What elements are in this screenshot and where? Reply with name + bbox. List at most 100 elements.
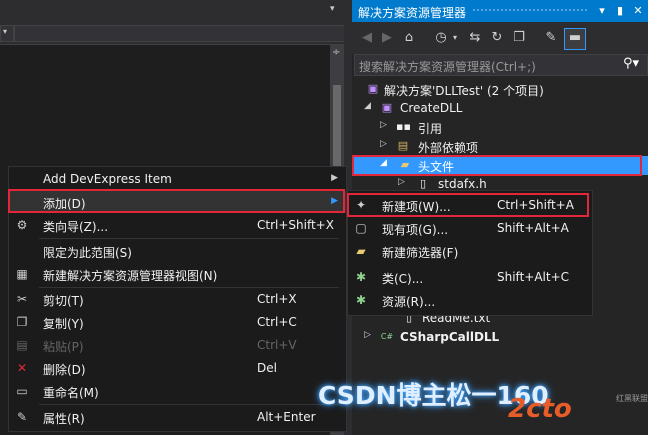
new-item-highlight-box [347,193,589,217]
menu-separator [39,238,339,239]
menu-item-shortcut: Ctrl+V [257,338,297,352]
collapse-all-icon[interactable]: ❐ [510,29,528,47]
split-editor-icon[interactable]: ÷ [332,47,340,58]
menu-item-label: 属性(R) [43,412,85,426]
menu-item-label: 剪切(T) [43,294,84,308]
watermark-logo: 2cto [508,394,572,424]
back-icon[interactable]: ◀ [358,29,376,47]
header-file-icon: ▯ [419,177,427,190]
expanded-arrow-icon[interactable]: ◢ [364,101,374,111]
csharp-project-icon: C# [380,332,394,341]
delete-x-icon: ✕ [16,361,28,375]
scissors-icon: ✂ [16,292,28,306]
menu-item-label: 新建筛选器(F) [382,246,459,260]
menu-item-label: 类(C)... [382,272,424,286]
menu-item-class[interactable]: ✱ 类(C)... Shift+Alt+C [348,266,592,288]
forward-icon[interactable]: ▶ [378,29,396,47]
chevron-down-icon: ▾ [3,27,8,36]
watermark-small-text: 红黑联盟 [616,394,648,403]
menu-item-shortcut: Shift+Alt+A [497,221,569,235]
paste-icon: ▤ [16,338,28,352]
existing-item-icon: ▢ [355,221,367,235]
tree-item-label: CSharpCallDLL [400,330,500,344]
submenu-arrow-icon: ▶ [331,173,338,183]
tree-item-csharpcalldll[interactable]: ▷ C# CSharpCallDLL [352,328,648,347]
tree-item-label: 引用 [418,122,443,136]
add-menu-highlight-box [8,189,345,213]
rename-icon: ▭ [16,384,28,398]
menu-item-label: 重命名(M) [43,386,99,400]
home-icon[interactable]: ⌂ [400,29,418,47]
pin-icon[interactable]: ▮ [612,3,628,19]
tree-item-label: 解决方案'DLLTest' (2 个项目) [384,84,544,98]
tree-item-solution[interactable]: ▣ 解决方案'DLLTest' (2 个项目) [352,80,648,99]
menu-item-add-devexpress[interactable]: Add DevExpress Item ▶ [9,168,346,190]
menu-separator [39,404,339,405]
menu-item-scope-to-this[interactable]: 限定为此范围(S) [9,240,346,262]
menu-item-properties[interactable]: ✎ 属性(R) Alt+Enter [9,406,346,428]
panel-title: 解决方案资源管理器 [358,6,467,20]
menu-item-label: 现有项(G)... [382,223,449,237]
menu-item-label: 复制(Y) [43,317,84,331]
tree-item-external-dependencies[interactable]: ▷ ▤ 外部依赖项 [352,137,648,156]
menu-item-label: 限定为此范围(S) [43,246,132,260]
solution-explorer-title-bar: 解决方案资源管理器 ▾ ▮ ✕ [352,0,648,22]
tree-item-label: stdafx.h [438,177,487,191]
class-icon: ✱ [355,270,367,284]
cpp-project-icon: ▣ [381,101,393,114]
panel-options-dropdown-icon[interactable]: ▾ [594,3,610,19]
menu-item-shortcut: Shift+Alt+C [497,270,570,284]
title-grip [472,8,588,13]
solution-icon: ▣ [367,82,379,95]
new-folder-icon: ▰ [356,244,366,258]
menu-item-new-view[interactable]: ▦ 新建解决方案资源管理器视图(N) [9,263,346,285]
properties-wrench-icon[interactable]: ✎ [542,29,560,47]
scope-dropdown[interactable]: ▾ [0,25,14,42]
menu-item-label: 新建解决方案资源管理器视图(N) [43,269,218,283]
menu-item-shortcut: Ctrl+C [257,315,297,329]
menu-item-label: 粘贴(P) [43,340,84,354]
wrench-icon: ✎ [16,410,28,424]
tab-list-dropdown-icon[interactable]: ▾ [330,4,335,14]
member-dropdown[interactable] [14,25,346,42]
menu-item-copy[interactable]: ❐ 复制(Y) Ctrl+C [9,311,346,333]
folder-icon: ▤ [397,139,409,152]
sync-icon[interactable]: ⇆ [466,29,484,47]
tree-item-createdll[interactable]: ◢ ▣ CreateDLL [352,99,648,118]
menu-item-shortcut: Ctrl+X [257,292,297,306]
menu-item-cut[interactable]: ✂ 剪切(T) Ctrl+X [9,288,346,310]
class-wizard-icon: ⚙ [16,218,28,232]
header-files-highlight-box [352,155,642,176]
menu-item-class-wizard[interactable]: ⚙ 类向导(Z)... Ctrl+Shift+X [9,214,346,236]
search-icon[interactable]: ⚲▾ [623,56,639,71]
menu-item-shortcut: Ctrl+Shift+X [257,218,334,232]
menu-item-resource[interactable]: ✱ 资源(R)... [348,289,592,311]
menu-item-existing-item[interactable]: ▢ 现有项(G)... Shift+Alt+A [348,217,592,239]
collapsed-arrow-icon[interactable]: ▷ [364,330,374,340]
collapsed-arrow-icon[interactable]: ▷ [380,120,390,130]
editor-tab-strip: ▾ [0,0,350,22]
close-icon[interactable]: ✕ [630,3,646,19]
tree-item-references[interactable]: ▷ ▪▪ 引用 [352,118,648,137]
menu-item-shortcut: Del [257,361,277,375]
search-solution-explorer-input[interactable]: 搜索解决方案资源管理器(Ctrl+;) ⚲▾ [354,54,648,76]
menu-item-label: 资源(R)... [382,295,436,309]
chevron-down-icon[interactable]: ▾ [446,29,464,47]
menu-item-label: 类向导(Z)... [43,220,109,234]
collapsed-arrow-icon[interactable]: ▷ [380,139,390,149]
solution-explorer-toolbar: ◀ ▶ ⌂ ◷ ▾ ⇆ ↻ ❐ ✎ ▬ [352,22,648,54]
preview-toggle-icon[interactable]: ▬ [564,28,586,50]
references-icon: ▪▪ [396,120,411,133]
menu-item-shortcut: Alt+Enter [257,410,316,424]
resource-icon: ✱ [355,293,367,307]
new-view-icon: ▦ [16,267,28,281]
menu-item-new-filter[interactable]: ▰ 新建筛选器(F) [348,240,592,262]
refresh-icon[interactable]: ↻ [488,29,506,47]
tree-item-label: 外部依赖项 [418,141,479,155]
menu-item-label: Add DevExpress Item [43,172,172,186]
collapsed-arrow-icon[interactable]: ▷ [398,177,408,187]
menu-item-delete[interactable]: ✕ 删除(D) Del [9,357,346,379]
menu-item-rename[interactable]: ▭ 重命名(M) [9,380,346,402]
editor-navigation-bar: ▾ [0,22,350,45]
menu-item-label: 删除(D) [43,363,86,377]
